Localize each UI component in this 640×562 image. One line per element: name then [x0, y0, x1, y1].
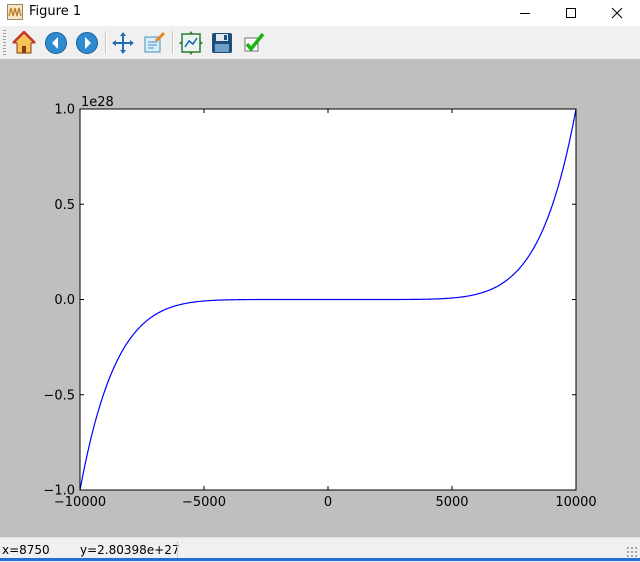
zoom-icon [144, 31, 166, 53]
toolbar-separator [172, 31, 174, 54]
x-tick-label: −5000 [182, 495, 226, 510]
figure-canvas[interactable]: −10000 −5000 0 5000 10000 −1.0 −0.5 0.0 0.5 1.0 1… [0, 59, 640, 537]
y-tick-label: −1.0 [43, 484, 75, 499]
edit-parameters-button[interactable] [240, 29, 268, 57]
y-tick-label: 0.0 [54, 293, 75, 308]
minimize-icon [520, 13, 530, 14]
cursor-y-readout: y=2.80398e+27 [80, 543, 180, 557]
close-button[interactable] [594, 0, 640, 26]
forward-button[interactable] [73, 29, 101, 57]
app-icon [7, 4, 23, 20]
minimize-button[interactable] [502, 0, 548, 26]
title-bar: Figure 1 [0, 0, 640, 26]
zoom-button[interactable] [140, 29, 168, 57]
subplots-button[interactable] [177, 29, 205, 57]
x-tick-label: 5000 [435, 495, 468, 510]
maximize-button[interactable] [548, 0, 594, 26]
save-button[interactable] [208, 29, 236, 57]
y-axis-scale-label: 1e28 [81, 95, 114, 110]
window-title: Figure 1 [29, 4, 82, 19]
close-icon [611, 7, 623, 19]
home-button[interactable] [10, 29, 38, 57]
home-icon [12, 31, 36, 54]
x-tick-label: 0 [324, 495, 332, 510]
toolbar-separator [105, 31, 107, 54]
y-tick-label: −0.5 [43, 388, 75, 403]
forward-icon [76, 32, 98, 54]
line-chart[interactable]: −10000 −5000 0 5000 10000−1.0−0.50.00.51.0 1… [0, 59, 640, 537]
save-icon [212, 33, 232, 53]
status-divider [177, 541, 178, 559]
subplots-icon [179, 31, 203, 55]
y-tick-label: 1.0 [54, 103, 75, 118]
back-icon [45, 32, 67, 54]
back-button[interactable] [42, 29, 70, 57]
toolbar-grip [3, 30, 6, 55]
y-tick-label: 0.5 [54, 198, 75, 213]
pan-button[interactable] [109, 29, 137, 57]
edit-check-icon [244, 32, 265, 52]
resize-grip[interactable] [626, 546, 638, 558]
navigation-toolbar [0, 26, 640, 59]
cursor-x-readout: x=8750 [2, 543, 50, 557]
pan-icon [112, 32, 134, 54]
x-tick-label: 10000 [555, 495, 596, 510]
maximize-icon [566, 8, 576, 18]
